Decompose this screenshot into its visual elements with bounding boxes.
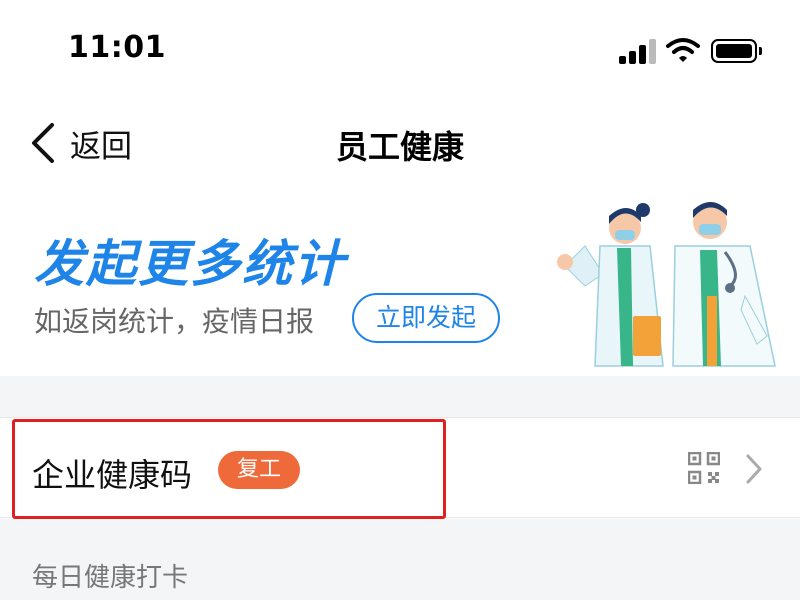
promo-banner[interactable]: 发起更多统计 如返岗统计，疫情日报 立即发起 xyxy=(0,186,800,376)
battery-icon xyxy=(711,39,762,63)
nav-bar: 返回 员工健康 xyxy=(0,100,800,186)
health-code-label: 企业健康码 xyxy=(32,456,193,494)
doctors-illustration xyxy=(557,202,776,367)
daily-checkin-label: 每日健康打卡 xyxy=(32,563,189,593)
qr-code-icon[interactable] xyxy=(688,452,720,484)
signal-icon xyxy=(619,38,659,64)
status-bar: 11:01 xyxy=(0,0,800,100)
chevron-right-icon xyxy=(746,454,762,484)
page-title: 员工健康 xyxy=(335,128,464,166)
banner-subtitle: 如返岗统计，疫情日报 xyxy=(34,305,315,338)
banner-title: 发起更多统计 xyxy=(34,235,346,293)
daily-health-checkin-row[interactable]: 每日健康打卡 xyxy=(0,519,800,600)
section-divider xyxy=(0,376,800,418)
wifi-icon xyxy=(666,38,700,62)
enterprise-health-code-row[interactable]: 企业健康码 复工 xyxy=(0,418,800,518)
start-now-button[interactable]: 立即发起 xyxy=(352,293,500,343)
status-time: 11:01 xyxy=(68,30,166,65)
return-to-work-badge: 复工 xyxy=(218,451,300,489)
